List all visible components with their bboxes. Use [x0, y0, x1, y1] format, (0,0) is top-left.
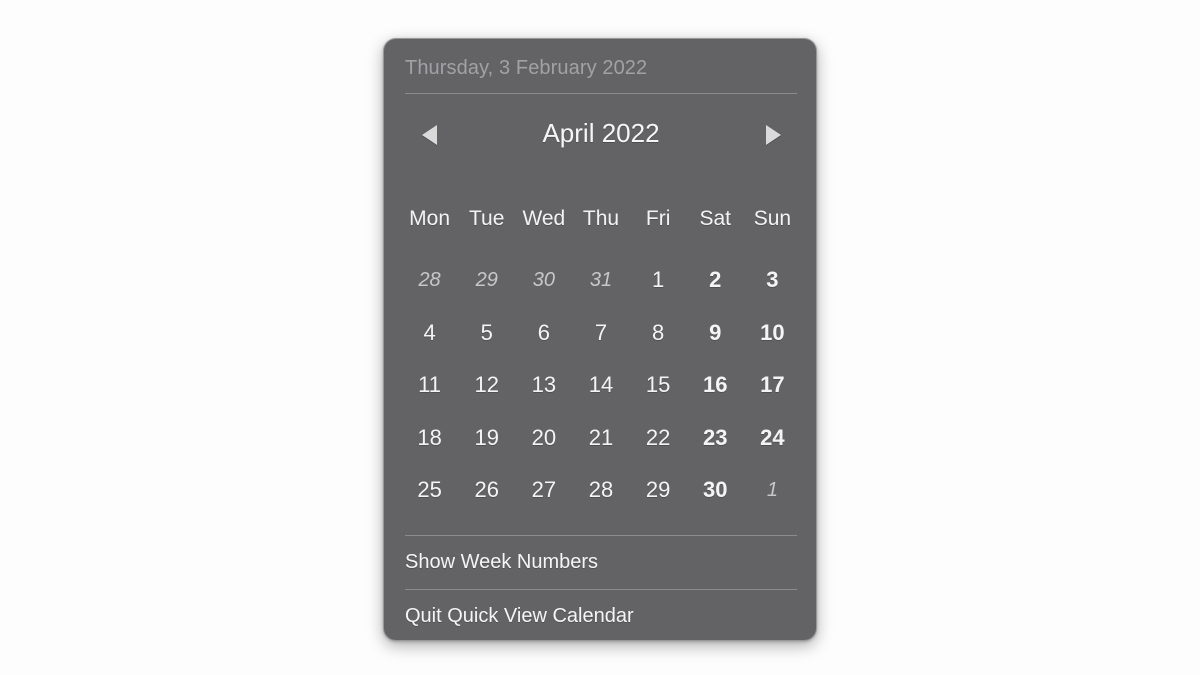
weekday-label-sat: Sat [699, 207, 732, 230]
month-year-title: April 2022 [542, 118, 660, 148]
menu-item-quit[interactable]: Quit Quick View Calendar [405, 596, 797, 636]
triangle-right-icon [765, 125, 781, 145]
day-cell[interactable]: 5 [458, 307, 515, 360]
day-cell[interactable]: 28 [572, 464, 629, 517]
day-cell[interactable]: 10 [744, 307, 801, 360]
day-cell[interactable]: 29 [458, 254, 515, 307]
day-cell[interactable]: 1 [630, 254, 687, 307]
weekday-label-tue: Tue [469, 207, 505, 230]
day-cell[interactable]: 28 [401, 254, 458, 307]
day-cell[interactable]: 6 [515, 307, 572, 360]
day-cell[interactable]: 21 [572, 412, 629, 465]
day-cell[interactable]: 27 [515, 464, 572, 517]
next-month-button[interactable] [758, 121, 788, 149]
previous-month-button[interactable] [414, 121, 444, 149]
screen: Thursday, 3 February 2022 April 2022 Mon… [0, 0, 1200, 675]
day-cell[interactable]: 19 [458, 412, 515, 465]
day-cell[interactable]: 30 [515, 254, 572, 307]
day-cell[interactable]: 2 [687, 254, 744, 307]
day-cell[interactable]: 26 [458, 464, 515, 517]
weekday-label-mon: Mon [409, 207, 450, 230]
weekday-header-row: Mon Tue Wed Thu Fri Sat Sun [401, 207, 801, 231]
weekday-label-sun: Sun [753, 207, 792, 230]
day-cell[interactable]: 29 [630, 464, 687, 517]
day-cell[interactable]: 15 [630, 359, 687, 412]
menu-item-show-week-numbers[interactable]: Show Week Numbers [405, 542, 797, 582]
day-cell[interactable]: 11 [401, 359, 458, 412]
day-cell[interactable]: 31 [572, 254, 629, 307]
day-cell[interactable]: 30 [687, 464, 744, 517]
day-cell[interactable]: 23 [687, 412, 744, 465]
day-cell[interactable]: 13 [515, 359, 572, 412]
month-navigation: April 2022 [384, 113, 816, 157]
weekday-label-fri: Fri [645, 207, 671, 230]
day-cell[interactable]: 16 [687, 359, 744, 412]
day-cell[interactable]: 3 [744, 254, 801, 307]
day-cell[interactable]: 1 [744, 464, 801, 517]
day-cell[interactable]: 18 [401, 412, 458, 465]
day-cell[interactable]: 20 [515, 412, 572, 465]
day-cell[interactable]: 24 [744, 412, 801, 465]
divider-menu-top [405, 535, 797, 536]
weekday-label-thu: Thu [582, 207, 620, 230]
day-cell[interactable]: 9 [687, 307, 744, 360]
divider-menu-bottom [405, 589, 797, 590]
day-grid: 28 29 30 31 1 2 3 4 5 6 7 8 9 10 11 12 13 14 15 16 17 18 19 20 2… [401, 254, 801, 569]
weekday-label-wed: Wed [522, 207, 566, 230]
day-cell[interactable]: 7 [572, 307, 629, 360]
day-cell[interactable]: 17 [744, 359, 801, 412]
day-cell[interactable]: 22 [630, 412, 687, 465]
divider-header [405, 93, 797, 94]
day-cell[interactable]: 8 [630, 307, 687, 360]
day-cell[interactable]: 25 [401, 464, 458, 517]
current-date-label: Thursday, 3 February 2022 [405, 57, 648, 79]
day-cell[interactable]: 14 [572, 359, 629, 412]
triangle-left-icon [421, 125, 437, 145]
day-cell[interactable]: 12 [458, 359, 515, 412]
calendar-popover-panel: Thursday, 3 February 2022 April 2022 Mon… [383, 38, 817, 641]
day-cell[interactable]: 4 [401, 307, 458, 360]
